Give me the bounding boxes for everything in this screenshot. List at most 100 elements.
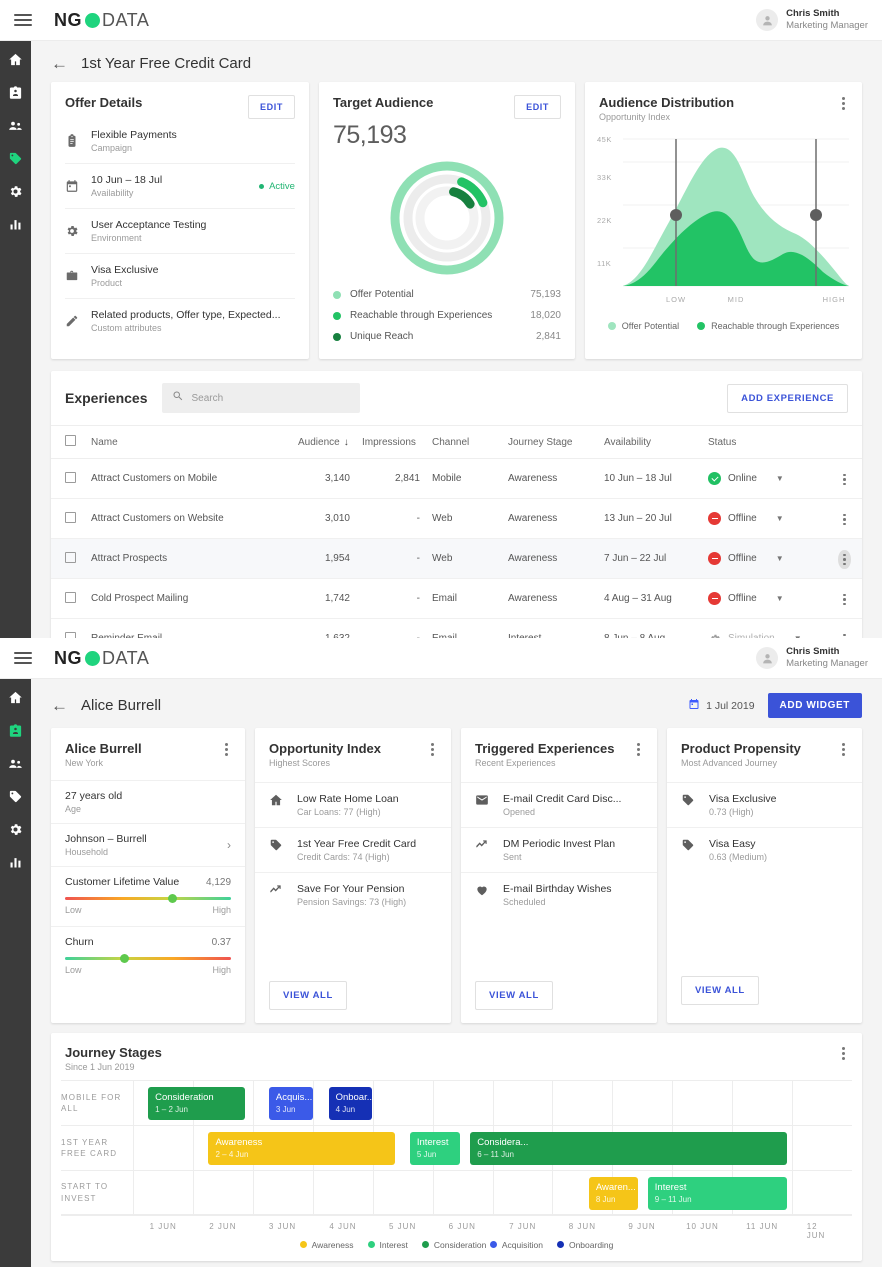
profile-menu-icon[interactable] <box>222 741 231 758</box>
status-dropdown-icon[interactable]: ▼ <box>776 594 784 603</box>
row-checkbox[interactable] <box>65 511 76 523</box>
journey-bar-dates: 4 Jun <box>335 1105 356 1114</box>
propensity-item-title: Visa Exclusive <box>709 793 777 805</box>
profile-attr-value: Johnson – Burrell <box>65 833 147 845</box>
triggered-experiences-menu-icon[interactable] <box>634 741 643 758</box>
table-row[interactable]: Cold Prospect Mailing 1,742 - Email Awar… <box>51 578 862 619</box>
offer-details-list: Flexible Payments Campaign 10 Jun – 18 J… <box>51 121 309 343</box>
triggered-view-all-button[interactable]: VIEW ALL <box>475 981 553 1010</box>
journey-bar[interactable]: Acquis... 3 Jun <box>268 1087 313 1120</box>
cell-impressions: - <box>356 538 426 579</box>
sidebar-item-settings[interactable] <box>7 183 24 200</box>
date-picker[interactable]: 1 Jul 2019 <box>688 698 755 713</box>
row-menu-icon[interactable] <box>838 549 851 569</box>
table-row[interactable]: Attract Prospects 1,954 - Web Awareness … <box>51 538 862 579</box>
propensity-view-all-button[interactable]: VIEW ALL <box>681 976 759 1005</box>
journey-row: 1ST YEAR FREE CARD Awareness 2 – 4 Jun I… <box>61 1125 852 1170</box>
opportunity-item[interactable]: Low Rate Home Loan Car Loans: 77 (High) <box>255 782 452 827</box>
journey-bar[interactable]: Onboar... 4 Jun <box>328 1087 373 1120</box>
triggered-item[interactable]: DM Periodic Invest Plan Sent <box>461 827 657 872</box>
offer-details-edit-button[interactable]: EDIT <box>248 95 295 119</box>
search-box[interactable] <box>161 383 360 413</box>
user-menu[interactable]: Chris Smith Marketing Manager <box>756 646 868 670</box>
column-name[interactable]: Name <box>85 425 292 459</box>
user-menu[interactable]: Chris Smith Marketing Manager <box>756 8 868 32</box>
search-input[interactable] <box>191 392 350 404</box>
opportunity-item-sub: Car Loans: 77 (High) <box>297 807 381 817</box>
column-channel[interactable]: Channel <box>426 425 502 459</box>
select-all-checkbox[interactable] <box>65 435 76 446</box>
propensity-item[interactable]: Visa Exclusive 0.73 (High) <box>667 782 862 827</box>
journey-bar[interactable]: Consideration 1 – 2 Jun <box>148 1087 246 1120</box>
journey-bar[interactable]: Considera... 6 – 11 Jun <box>470 1132 787 1165</box>
churn-bar <box>65 954 232 963</box>
profile-household-row[interactable]: Johnson – Burrell Household › <box>51 823 246 866</box>
status-dropdown-icon[interactable]: ▼ <box>776 514 784 523</box>
sidebar-item-analytics[interactable] <box>7 854 24 871</box>
table-row[interactable]: Attract Customers on Website 3,010 - Web… <box>51 498 862 539</box>
row-menu-icon[interactable] <box>838 510 851 530</box>
axis-tick: 6 JUN <box>448 1222 476 1231</box>
row-menu-icon[interactable] <box>838 470 851 490</box>
sidebar-item-audiences[interactable] <box>7 117 24 134</box>
column-impressions[interactable]: Impressions <box>356 425 426 459</box>
sidebar-item-home[interactable] <box>7 689 24 706</box>
opportunity-item[interactable]: 1st Year Free Credit Card Credit Cards: … <box>255 827 452 872</box>
sidebar-item-audiences[interactable] <box>7 755 24 772</box>
table-row[interactable]: Reminder Email 1,632 - Email Interest 8 … <box>51 618 862 639</box>
row-checkbox[interactable] <box>65 471 76 483</box>
row-menu-icon[interactable] <box>838 590 851 610</box>
row-checkbox[interactable] <box>65 551 76 563</box>
row-menu-icon[interactable] <box>838 630 851 639</box>
column-journey-stage[interactable]: Journey Stage <box>502 425 598 459</box>
journey-bar[interactable]: Awareness 2 – 4 Jun <box>208 1132 396 1165</box>
opportunity-view-all-button[interactable]: VIEW ALL <box>269 981 347 1010</box>
table-row[interactable]: Attract Customers on Mobile 3,140 2,841 … <box>51 458 862 499</box>
column-status[interactable]: Status <box>702 425 832 459</box>
menu-icon[interactable] <box>14 14 32 26</box>
propensity-item-title: Visa Easy <box>709 838 756 850</box>
sidebar-item-settings[interactable] <box>7 821 24 838</box>
column-audience[interactable]: Audience ↓ <box>292 425 356 459</box>
journey-bar[interactable]: Awaren... 8 Jun <box>588 1177 638 1210</box>
axis-tick: 10 JUN <box>686 1222 719 1231</box>
sidebar-item-profiles[interactable] <box>7 84 24 101</box>
menu-icon[interactable] <box>14 652 32 664</box>
opportunity-item[interactable]: Save For Your Pension Pension Savings: 7… <box>255 872 452 917</box>
calendar-icon <box>688 698 700 713</box>
sidebar-item-analytics[interactable] <box>7 216 24 233</box>
status-dropdown-icon[interactable]: ▼ <box>776 474 784 483</box>
journey-bar[interactable]: Interest 9 – 11 Jun <box>647 1177 787 1210</box>
triggered-item-sub: Opened <box>503 807 536 817</box>
status-dropdown-icon[interactable]: ▼ <box>776 554 784 563</box>
column-availability[interactable]: Availability <box>598 425 702 459</box>
row-checkbox[interactable] <box>65 591 76 603</box>
target-audience-edit-button[interactable]: EDIT <box>514 95 561 119</box>
brand-logo: NG DATA <box>54 648 149 669</box>
sidebar-item-profiles[interactable] <box>7 722 24 739</box>
audience-distribution-menu-icon[interactable] <box>839 95 848 112</box>
churn-value: 0.37 <box>211 937 232 948</box>
journey-bar[interactable]: Interest 5 Jun <box>409 1132 461 1165</box>
triggered-item[interactable]: E-mail Birthday Wishes Scheduled <box>461 872 657 917</box>
status-offline-icon <box>708 552 721 565</box>
back-arrow-icon[interactable]: ← <box>51 55 68 72</box>
propensity-item-sub: 0.63 (Medium) <box>709 852 768 862</box>
legend-swatch-icon <box>332 290 341 299</box>
triggered-item[interactable]: E-mail Credit Card Disc... Opened <box>461 782 657 827</box>
sidebar-item-home[interactable] <box>7 51 24 68</box>
opportunity-index-menu-icon[interactable] <box>428 741 437 758</box>
propensity-item[interactable]: Visa Easy 0.63 (Medium) <box>667 827 862 872</box>
journey-stages-menu-icon[interactable] <box>839 1045 848 1072</box>
journey-bar-label: Acquis... <box>275 1092 313 1103</box>
add-widget-button[interactable]: ADD WIDGET <box>767 693 862 718</box>
sidebar-item-offers[interactable] <box>7 150 24 167</box>
mail-icon <box>475 793 503 807</box>
chevron-right-icon[interactable]: › <box>227 838 231 852</box>
cell-stage: Awareness <box>502 578 598 619</box>
sidebar-item-offers[interactable] <box>7 788 24 805</box>
add-experience-button[interactable]: ADD EXPERIENCE <box>727 383 848 413</box>
back-arrow-icon[interactable]: ← <box>51 697 68 714</box>
product-propensity-menu-icon[interactable] <box>839 741 848 758</box>
audience-distribution-legend: Offer Potential Reachable through Experi… <box>585 315 862 342</box>
